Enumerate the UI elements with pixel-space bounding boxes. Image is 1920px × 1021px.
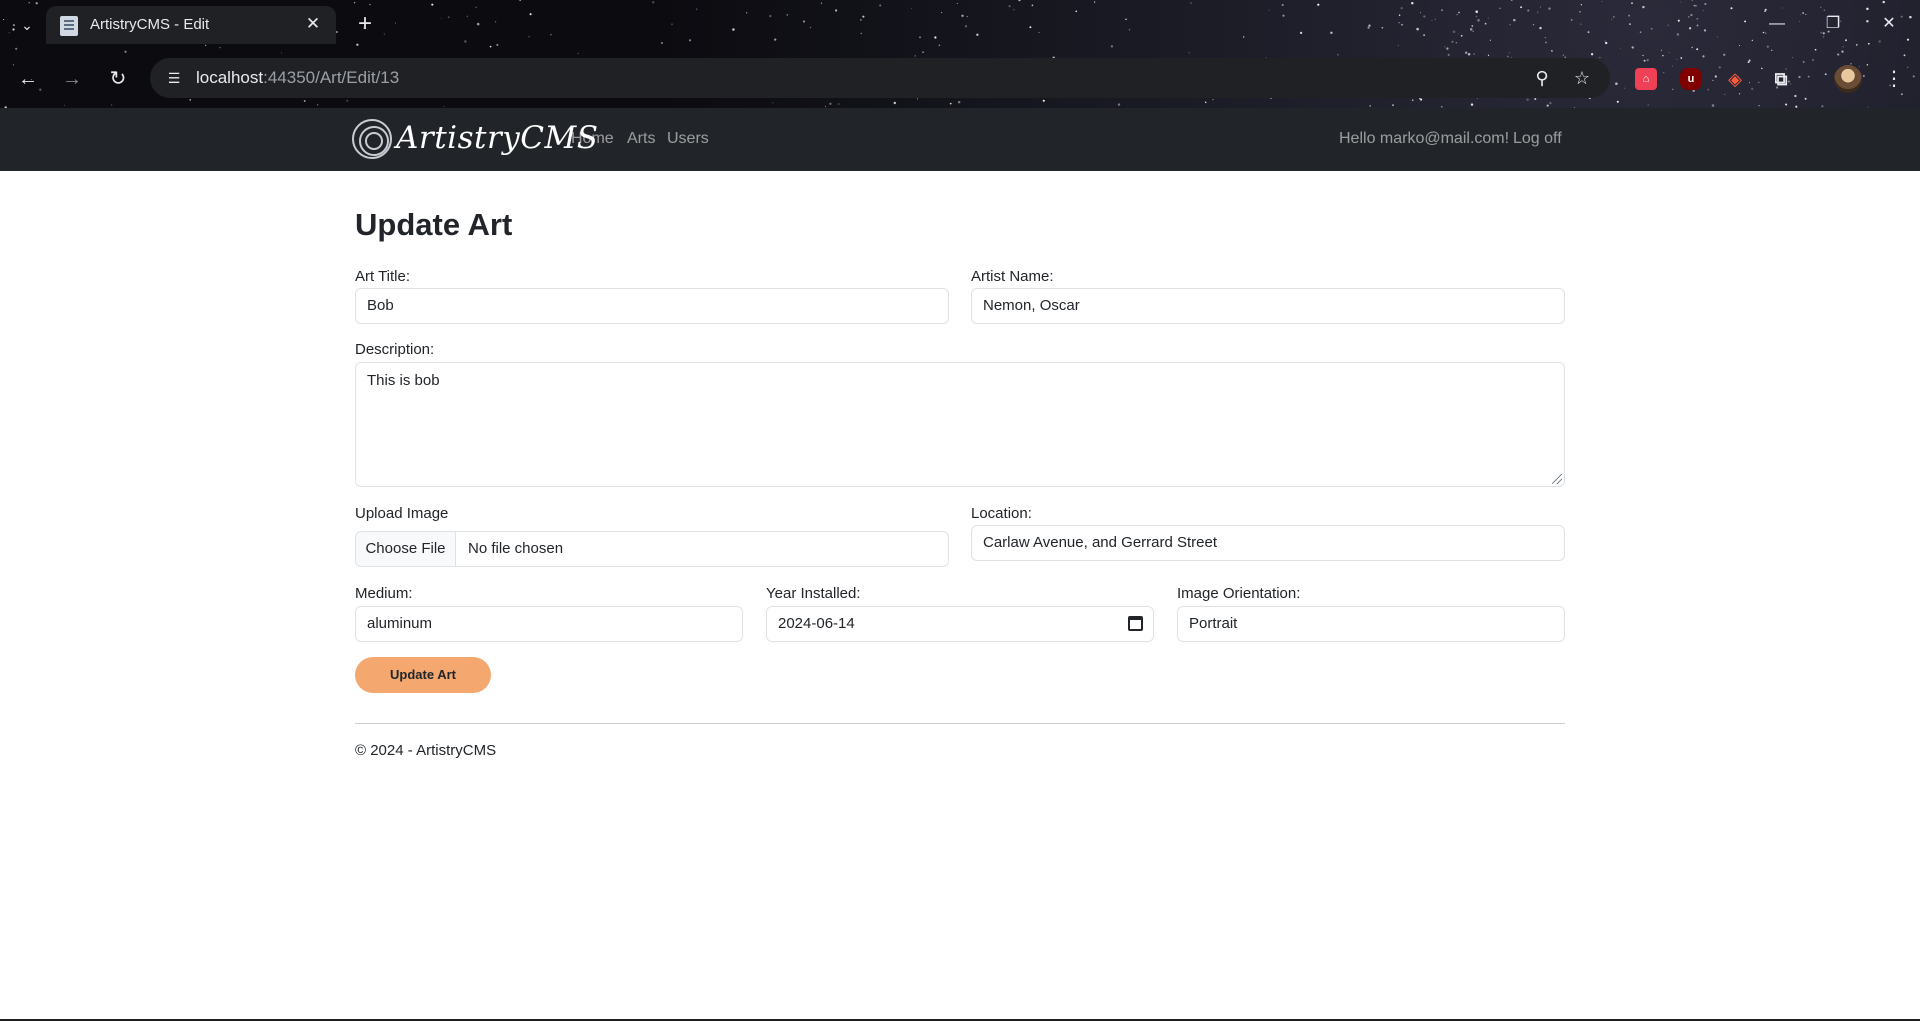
star-dot [1647,104,1649,106]
profile-avatar[interactable] [1834,65,1862,93]
star-dot [280,52,283,54]
minimize-icon[interactable]: — [1754,10,1800,38]
star-dot [1392,104,1394,106]
browser-chrome: ⌄ ArtistryCMS - Edit ✕ + — ❐ ✕ ← → ↻ ☰ l… [0,0,1920,108]
star-dot [893,101,896,105]
site-info-icon[interactable]: ☰ [162,66,186,90]
artist-name-input[interactable]: Nemon, Oscar [971,288,1565,324]
art-title-label: Art Title: [355,268,411,285]
description-label: Description: [355,341,435,358]
footer-copyright: © 2024 - ArtistryCMS [355,742,497,759]
bookmark-star-icon[interactable]: ☆ [1570,66,1594,90]
brand-name: ArtistryCMS [396,120,599,156]
star-dot [124,50,127,53]
no-file-chosen-text: No file chosen [468,540,564,557]
page-title: Update Art [355,207,513,242]
star-dot [949,102,952,105]
star-dot [1508,52,1510,54]
user-greeting-link[interactable]: Hello marko@mail.com! [1339,130,1509,148]
star-dot [825,105,827,107]
scholar-extension-icon[interactable]: ◈ [1724,68,1746,90]
description-textarea[interactable]: This is bob [355,362,1565,487]
star-dot [772,102,774,104]
description-text: This is bob [367,372,440,389]
tab-close-icon[interactable]: ✕ [302,13,324,35]
star-dot [1785,103,1788,106]
puzzle-extensions-icon[interactable]: ⧉ [1770,68,1792,90]
close-window-icon[interactable]: ✕ [1866,10,1912,38]
update-art-button[interactable]: Update Art [355,657,491,693]
url-text[interactable]: localhost:44350/Art/Edit/13 [196,68,399,88]
star-dot [1117,103,1121,106]
pocket-extension-icon[interactable]: ⌂ [1635,68,1657,90]
star-dot [1841,50,1844,53]
upload-image-input[interactable]: Choose File No file chosen [355,531,949,567]
app-navbar: ArtistryCMS Home Arts Users Hello marko@… [0,108,1920,171]
location-input[interactable]: Carlaw Avenue, and Gerrard Street [971,525,1565,561]
star-dot [1473,53,1476,55]
document-favicon-icon [60,16,78,36]
address-bar[interactable]: ☰ localhost:44350/Art/Edit/13 ⚲ ☆ [150,58,1610,98]
star-dot [1668,52,1670,54]
zoom-icon[interactable]: ⚲ [1530,66,1554,90]
tab-title: ArtistryCMS - Edit [90,16,210,33]
location-label: Location: [971,505,1032,522]
year-installed-input[interactable]: 2024-06-14 [766,606,1154,642]
star-dot [577,52,579,54]
star-dot [829,102,832,105]
star-dot [838,103,840,105]
footer-divider [355,723,1565,724]
choose-file-button[interactable]: Choose File [356,532,456,566]
back-arrow-icon[interactable]: ← [14,65,42,93]
medium-label: Medium: [355,585,413,602]
nav-link-users[interactable]: Users [667,130,709,148]
new-tab-button[interactable]: + [352,11,378,37]
image-orientation-label: Image Orientation: [1177,585,1301,602]
tab-strip: ⌄ ArtistryCMS - Edit ✕ + — ❐ ✕ [0,0,1920,50]
spiral-logo-icon [352,119,392,159]
calendar-icon[interactable] [1128,616,1143,631]
restore-icon[interactable]: ❐ [1810,10,1856,38]
artist-name-label: Artist Name: [971,268,1054,285]
upload-image-label: Upload Image [355,505,449,522]
star-dot [64,104,66,106]
art-title-input[interactable]: Bob [355,288,949,324]
star-dot [1711,104,1715,107]
star-dot [1551,50,1553,52]
star-dot [1465,51,1468,54]
star-dot [1369,105,1372,107]
resize-grip-icon[interactable] [1552,474,1562,484]
star-dot [316,104,319,106]
ublock-origin-extension-icon[interactable]: u [1680,68,1702,90]
image-orientation-input[interactable]: Portrait [1177,606,1565,642]
star-dot [1758,105,1760,107]
year-installed-label: Year Installed: [766,585,861,602]
nav-link-home[interactable]: Home [571,130,614,148]
tab-active[interactable]: ArtistryCMS - Edit ✕ [46,6,336,44]
star-dot [922,51,924,54]
star-dot [443,106,445,108]
forward-arrow-icon[interactable]: → [58,65,86,93]
tab-search-chevron-icon[interactable]: ⌄ [14,12,40,38]
logoff-link[interactable]: Log off [1513,130,1562,148]
star-dot [1470,103,1474,106]
star-dot [1549,101,1552,105]
star-dot [1188,52,1190,54]
browser-toolbar: ← → ↻ ☰ localhost:44350/Art/Edit/13 ⚲ ☆ … [0,56,1920,102]
star-dot [1546,104,1549,107]
medium-input[interactable]: aluminum [355,606,743,642]
year-installed-value: 2024-06-14 [778,615,855,632]
star-dot [110,104,113,106]
reload-icon[interactable]: ↻ [104,65,132,93]
nav-link-arts[interactable]: Arts [627,130,655,148]
menu-kebab-icon[interactable]: ⋮ [1880,65,1908,93]
